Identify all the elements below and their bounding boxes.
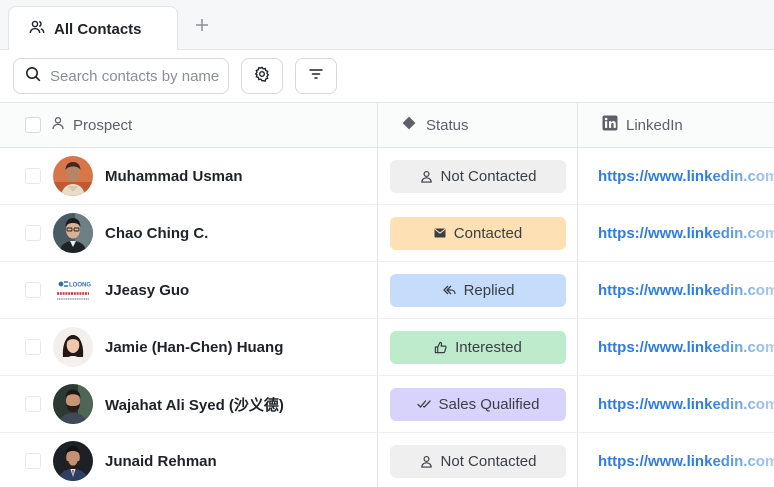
search-box[interactable] <box>13 58 229 94</box>
settings-button[interactable] <box>241 58 283 94</box>
tab-label: All Contacts <box>54 20 142 38</box>
status-label: Replied <box>463 281 515 299</box>
svg-text:LOONG: LOONG <box>69 283 91 289</box>
prospect-header[interactable]: Prospect <box>0 103 378 147</box>
status-badge[interactable]: Contacted <box>390 216 566 250</box>
user-icon <box>420 170 433 183</box>
status-label: Not Contacted <box>440 167 537 185</box>
linkedin-icon <box>602 115 618 136</box>
reply-icon <box>442 284 456 296</box>
table-row[interactable]: Jamie (Han-Chen) Huang Interested https://… <box>0 319 774 376</box>
row-checkbox[interactable] <box>25 282 41 298</box>
envelope-icon <box>434 228 446 238</box>
plus-icon <box>196 19 208 31</box>
status-cell: Sales Qualified <box>378 376 578 432</box>
tab-all-contacts[interactable]: All Contacts <box>8 6 178 51</box>
linkedin-cell: https://www.linkedin.com <box>578 376 774 432</box>
avatar[interactable] <box>53 384 93 424</box>
status-cell: Contacted <box>378 205 578 261</box>
gear-icon <box>254 65 270 87</box>
prospect-cell: Junaid Rehman <box>0 433 378 487</box>
table-row[interactable]: Wajahat Ali Syed (沙义德) Sales Qualified htt… <box>0 376 774 433</box>
person-icon <box>51 116 65 135</box>
avatar[interactable]: LOONG <box>53 270 93 310</box>
status-badge[interactable]: Not Contacted <box>390 159 566 193</box>
prospect-cell: Chao Ching C. <box>0 205 378 261</box>
status-badge[interactable]: Replied <box>390 273 566 307</box>
status-badge[interactable]: Not Contacted <box>390 444 566 478</box>
filter-button[interactable] <box>295 58 337 94</box>
avatar[interactable] <box>53 213 93 253</box>
linkedin-link[interactable]: https://www.linkedin.com <box>598 168 774 185</box>
linkedin-cell: https://www.linkedin.com <box>578 262 774 318</box>
linkedin-header-label: LinkedIn <box>626 116 683 134</box>
prospect-name[interactable]: Chao Ching C. <box>105 225 208 242</box>
status-cell: Not Contacted <box>378 433 578 487</box>
table-header: Prospect Status LinkedIn <box>0 103 774 148</box>
status-cell: Not Contacted <box>378 148 578 204</box>
avatar[interactable] <box>53 156 93 196</box>
avatar[interactable] <box>53 327 93 367</box>
prospect-cell: Wajahat Ali Syed (沙义德) <box>0 376 378 432</box>
users-icon <box>29 19 45 40</box>
thumbs-up-icon <box>434 341 447 354</box>
table-row[interactable]: Muhammad Usman Not Contacted https://www.l… <box>0 148 774 205</box>
table-row[interactable]: Junaid Rehman Not Contacted https://www.li… <box>0 433 774 487</box>
row-checkbox[interactable] <box>25 453 41 469</box>
linkedin-cell: https://www.linkedin.com <box>578 205 774 261</box>
row-checkbox[interactable] <box>25 225 41 241</box>
linkedin-header[interactable]: LinkedIn <box>578 103 774 147</box>
select-all-checkbox[interactable] <box>25 117 41 133</box>
linkedin-link[interactable]: https://www.linkedin.com <box>598 282 774 299</box>
user-icon <box>420 455 433 468</box>
prospect-name[interactable]: Jamie (Han-Chen) Huang <box>105 339 283 356</box>
prospect-name[interactable]: Junaid Rehman <box>105 453 217 470</box>
status-cell: Replied <box>378 262 578 318</box>
linkedin-link[interactable]: https://www.linkedin.com <box>598 225 774 242</box>
avatar[interactable] <box>53 441 93 481</box>
status-cell: Interested <box>378 319 578 375</box>
row-checkbox[interactable] <box>25 396 41 412</box>
status-badge[interactable]: Sales Qualified <box>390 387 566 421</box>
status-label: Contacted <box>453 224 523 242</box>
linkedin-cell: https://www.linkedin.com <box>578 148 774 204</box>
table-row[interactable]: LOONG JJeasy Guo Replied https://www.linked… <box>0 262 774 319</box>
search-input[interactable] <box>50 67 220 85</box>
prospect-name[interactable]: JJeasy Guo <box>105 282 189 299</box>
prospect-name[interactable]: Muhammad Usman <box>105 168 243 185</box>
row-checkbox[interactable] <box>25 168 41 184</box>
linkedin-cell: https://www.linkedin.com <box>578 433 774 487</box>
prospect-name[interactable]: Wajahat Ali Syed (沙义德) <box>105 394 284 415</box>
linkedin-link[interactable]: https://www.linkedin.com <box>598 453 774 470</box>
tab-bar: All Contacts <box>0 0 774 51</box>
linkedin-cell: https://www.linkedin.com <box>578 319 774 375</box>
toolbar <box>0 50 774 103</box>
status-badge[interactable]: Interested <box>390 330 566 364</box>
double-check-icon <box>416 399 431 409</box>
status-label: Interested <box>455 338 522 356</box>
filter-lines-icon <box>308 66 324 87</box>
search-icon <box>25 66 41 87</box>
status-header[interactable]: Status <box>378 103 578 147</box>
table-row[interactable]: Chao Ching C. Contacted https://www.linked… <box>0 205 774 262</box>
linkedin-link[interactable]: https://www.linkedin.com <box>598 396 774 413</box>
prospect-cell: Muhammad Usman <box>0 148 378 204</box>
status-label: Not Contacted <box>440 452 537 470</box>
status-header-label: Status <box>426 116 469 134</box>
row-checkbox[interactable] <box>25 339 41 355</box>
contacts-table: Prospect Status LinkedIn Muhammad Usman N… <box>0 103 774 487</box>
add-tab-button[interactable] <box>192 15 212 35</box>
prospect-cell: Jamie (Han-Chen) Huang <box>0 319 378 375</box>
diamond-icon <box>402 116 416 135</box>
prospect-cell: LOONG JJeasy Guo <box>0 262 378 318</box>
prospect-header-label: Prospect <box>73 116 133 134</box>
linkedin-link[interactable]: https://www.linkedin.com <box>598 339 774 356</box>
status-label: Sales Qualified <box>438 395 540 413</box>
